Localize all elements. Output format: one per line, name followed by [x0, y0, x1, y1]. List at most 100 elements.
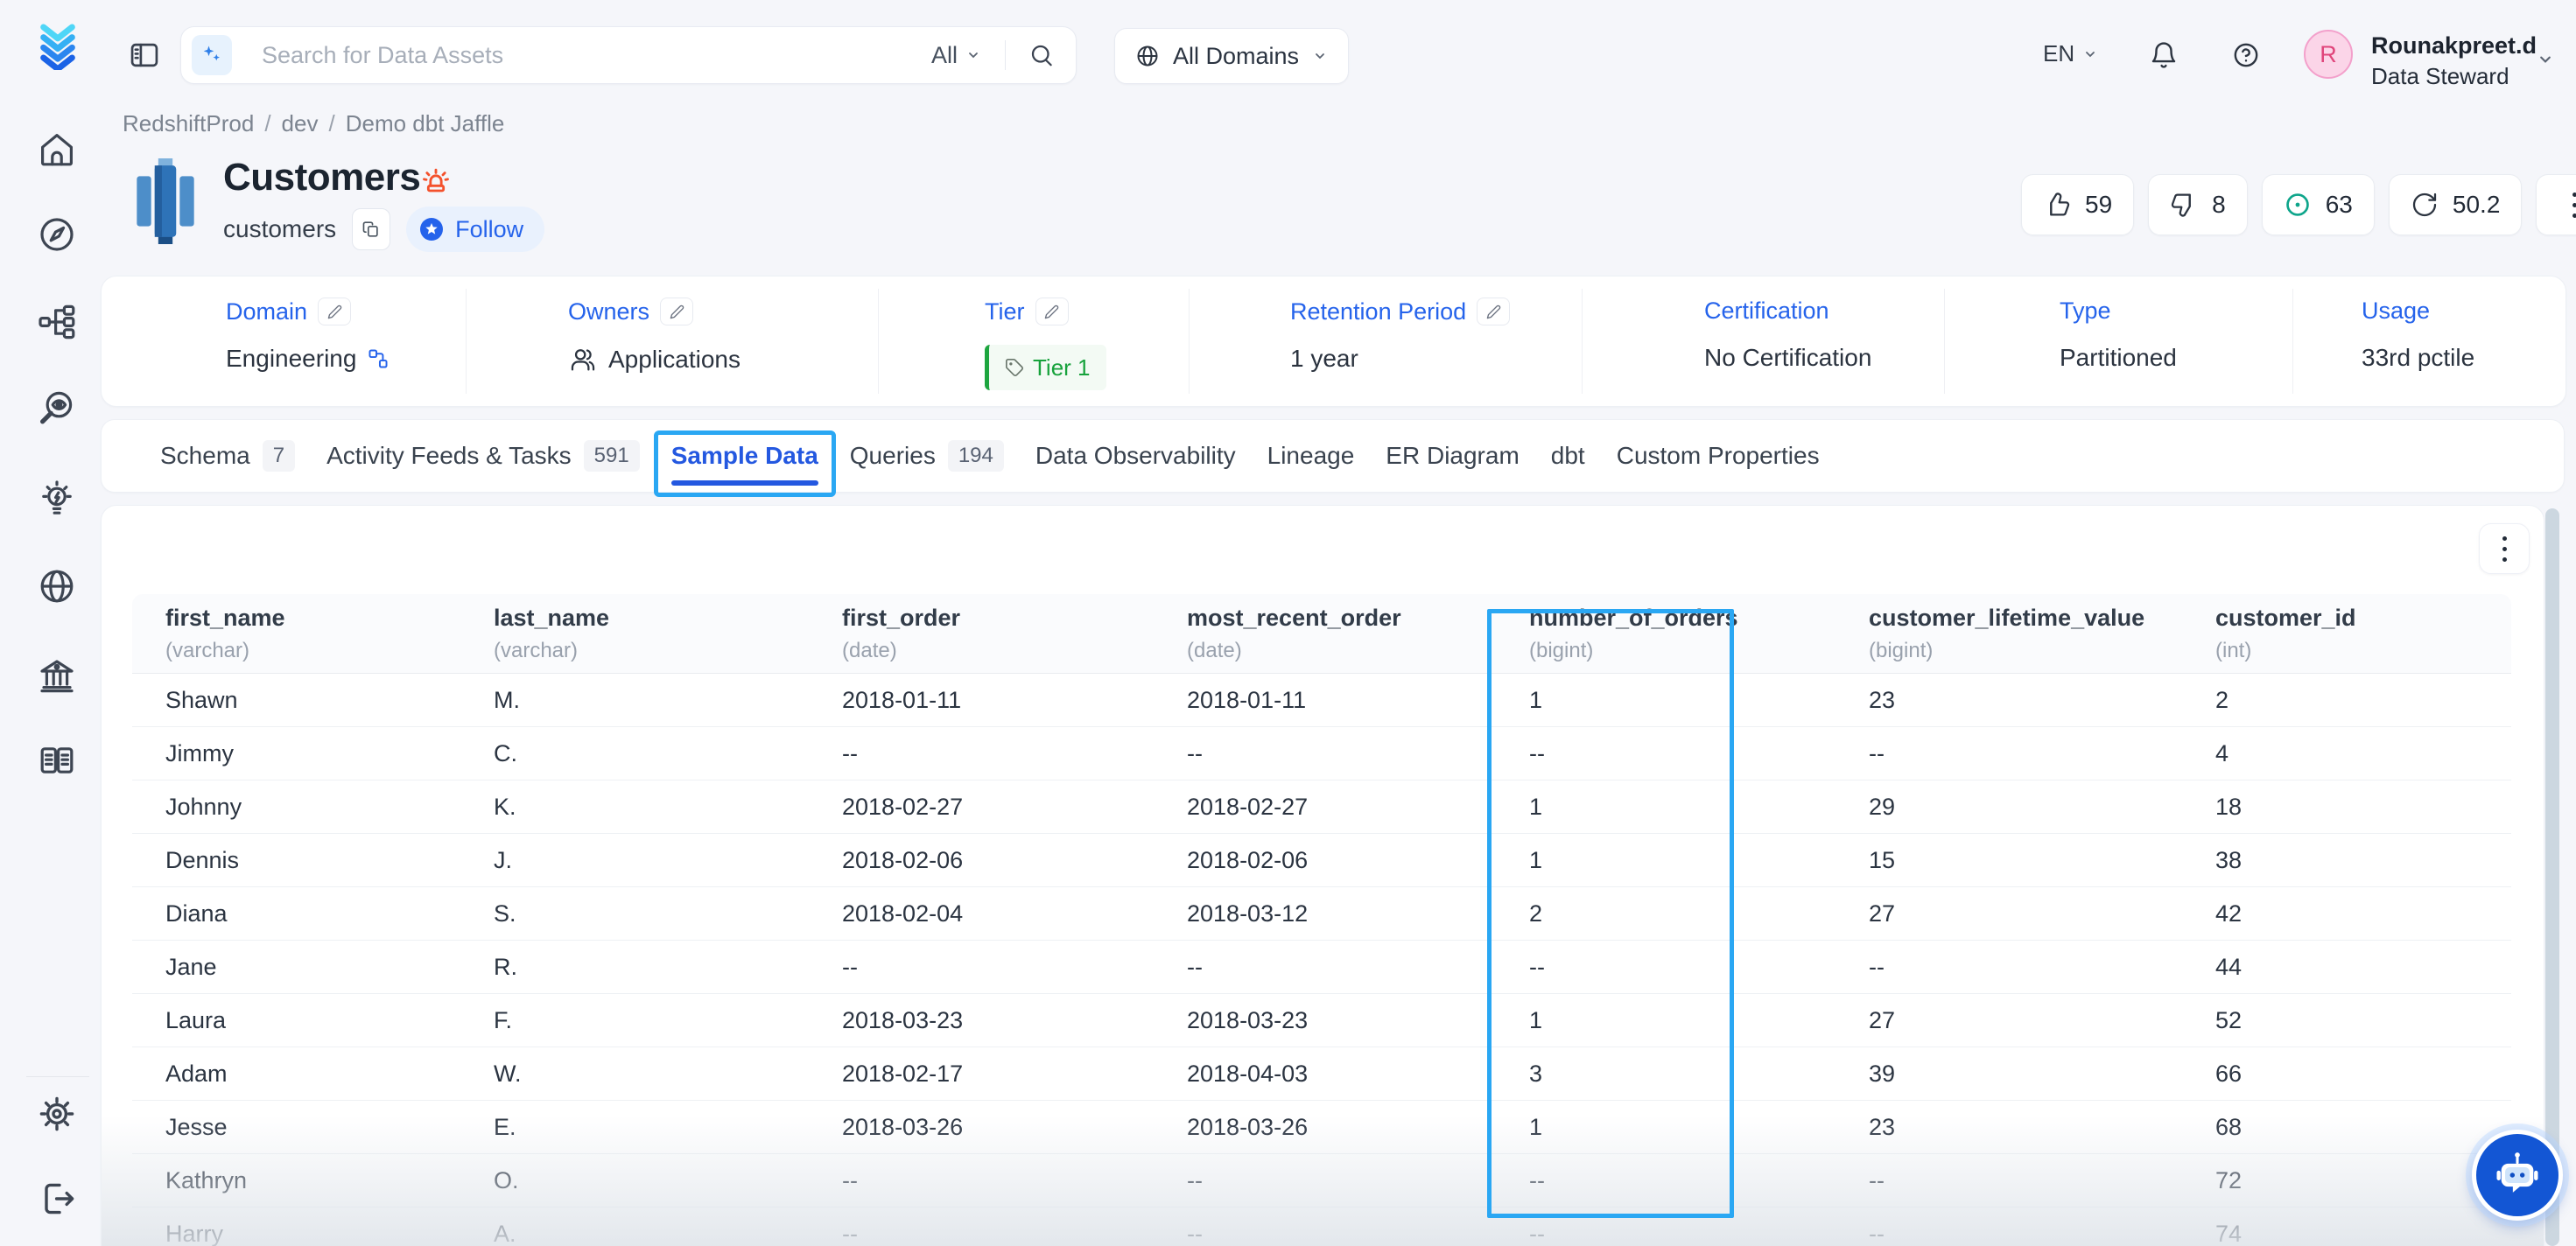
- tier-badge[interactable]: Tier 1: [985, 345, 1106, 390]
- retention-label-row[interactable]: Retention Period: [1290, 298, 1510, 326]
- sample-data-kebab-button[interactable]: [2479, 523, 2530, 574]
- user-menu-chevron-icon[interactable]: [2535, 49, 2556, 70]
- tab-lineage[interactable]: Lineage: [1267, 420, 1355, 492]
- follow-button[interactable]: Follow: [406, 206, 544, 252]
- insights-bulb-icon: [36, 479, 78, 521]
- table-cell: --: [1187, 1221, 1529, 1246]
- page-scrollbar[interactable]: [2545, 508, 2559, 1246]
- edit-owners-button[interactable]: [660, 298, 693, 326]
- table-cell: Johnny: [165, 794, 494, 821]
- search-input[interactable]: Search for Data Assets All: [180, 26, 1077, 84]
- table-row: JimmyC.--------4: [132, 726, 2511, 780]
- asset-kebab-menu-button[interactable]: [2536, 174, 2576, 235]
- asset-stats: 59 8 63 50.2: [2021, 174, 2576, 235]
- language-dropdown[interactable]: EN: [2043, 40, 2099, 67]
- chatbot-button[interactable]: [2472, 1130, 2563, 1221]
- search-divider: [1005, 40, 1006, 70]
- tier-label-row[interactable]: Tier: [985, 298, 1106, 326]
- usage-label[interactable]: Usage: [2362, 298, 2430, 325]
- column-header-first-order[interactable]: first_order(date): [842, 605, 1187, 663]
- edit-tier-button[interactable]: [1035, 298, 1069, 326]
- table-header-row: first_name(varchar) last_name(varchar) f…: [132, 594, 2511, 673]
- notifications-bell-icon[interactable]: [2149, 40, 2179, 70]
- chevron-down-icon: [2081, 46, 2099, 63]
- dislikes-button[interactable]: 8: [2148, 174, 2248, 235]
- sidebar-item-governance[interactable]: [0, 654, 114, 696]
- group-icon: [568, 345, 598, 374]
- sample-data-panel: first_name(varchar) last_name(varchar) f…: [101, 505, 2544, 1246]
- user-avatar[interactable]: R: [2304, 30, 2353, 79]
- metadata-certification: Certification No Certification: [1704, 298, 1871, 372]
- column-header-number-of-orders[interactable]: number_of_orders(bigint): [1529, 605, 1869, 663]
- search-scope-dropdown[interactable]: All: [931, 42, 982, 69]
- tab-queries[interactable]: Queries194: [850, 420, 1004, 492]
- table-cell: 23: [1869, 1114, 2215, 1141]
- certification-label[interactable]: Certification: [1704, 298, 1829, 325]
- table-cell: 2018-04-03: [1187, 1060, 1529, 1088]
- table-cell: 27: [1869, 1007, 2215, 1034]
- column-header-customer-id[interactable]: customer_id(int): [2215, 605, 2511, 663]
- column-header-first-name[interactable]: first_name(varchar): [165, 605, 494, 663]
- table-cell: 2018-02-06: [1187, 847, 1529, 874]
- column-header-customer-lifetime-value[interactable]: customer_lifetime_value(bigint): [1869, 605, 2215, 663]
- table-row: JesseE.2018-03-262018-03-2612368: [132, 1100, 2511, 1153]
- sidebar-item-web[interactable]: [0, 565, 114, 607]
- edit-domain-button[interactable]: [318, 298, 351, 326]
- kebab-icon: [2572, 192, 2576, 218]
- popularity-button[interactable]: 50.2: [2389, 174, 2523, 235]
- tab-er-diagram[interactable]: ER Diagram: [1386, 420, 1519, 492]
- copy-button[interactable]: [352, 208, 390, 250]
- tab-sample-data[interactable]: Sample Data: [671, 420, 818, 492]
- sidebar-item-logout[interactable]: [0, 1178, 114, 1220]
- logout-icon: [36, 1178, 78, 1220]
- user-menu[interactable]: Rounakpreet.d Data Steward: [2371, 32, 2537, 91]
- follow-label: Follow: [455, 216, 523, 243]
- table-cell: J.: [494, 847, 842, 874]
- pencil-icon: [1486, 304, 1501, 319]
- tab-dbt[interactable]: dbt: [1551, 420, 1585, 492]
- freshness-button[interactable]: 63: [2262, 174, 2375, 235]
- help-icon[interactable]: [2231, 40, 2261, 70]
- column-header-last-name[interactable]: last_name(varchar): [494, 605, 842, 663]
- sidebar-item-insights[interactable]: [0, 479, 114, 521]
- owners-value[interactable]: Applications: [608, 346, 741, 374]
- column-header-most-recent-order[interactable]: most_recent_order(date): [1187, 605, 1529, 663]
- table-cell: Laura: [165, 1007, 494, 1034]
- breadcrumb-item-schema[interactable]: Demo dbt Jaffle: [346, 110, 505, 137]
- search-icon[interactable]: [1028, 42, 1055, 68]
- tab-custom-properties[interactable]: Custom Properties: [1617, 420, 1820, 492]
- likes-button[interactable]: 59: [2021, 174, 2134, 235]
- table-cell: 1: [1529, 1114, 1869, 1141]
- domain-value[interactable]: Engineering: [226, 345, 356, 373]
- owners-label-row[interactable]: Owners: [568, 298, 741, 326]
- sidebar-item-glossary[interactable]: [0, 739, 114, 781]
- metadata-type: Type Partitioned: [2060, 298, 2177, 372]
- robot-icon: [2490, 1148, 2544, 1202]
- edit-retention-button[interactable]: [1477, 298, 1510, 326]
- rotate-icon: [2411, 191, 2439, 219]
- all-domains-dropdown[interactable]: All Domains: [1114, 28, 1349, 84]
- tab-data-observability[interactable]: Data Observability: [1035, 420, 1236, 492]
- tab-schema[interactable]: Schema7: [160, 420, 295, 492]
- announcement-siren-icon[interactable]: [418, 163, 453, 198]
- chevron-down-icon: [1311, 47, 1329, 65]
- sidebar-item-home[interactable]: [0, 129, 114, 171]
- sidebar-item-settings[interactable]: [0, 1093, 114, 1135]
- table-cell: 18: [2215, 794, 2511, 821]
- tab-activity-feeds-tasks[interactable]: Activity Feeds & Tasks591: [326, 420, 640, 492]
- sidebar-item-observability[interactable]: [0, 388, 114, 430]
- breadcrumb-item-database[interactable]: dev: [282, 110, 319, 137]
- domain-label-row[interactable]: Domain: [226, 298, 390, 326]
- atlan-logo-icon[interactable]: [33, 21, 82, 70]
- table-cell: 52: [2215, 1007, 2511, 1034]
- table-cell: O.: [494, 1167, 842, 1194]
- sidebar-item-explore[interactable]: [0, 214, 114, 256]
- table-cell: 23: [1869, 687, 2215, 714]
- tab-badge: 194: [948, 440, 1004, 472]
- sidebar-toggle-icon[interactable]: [128, 38, 161, 72]
- settings-gear-icon: [36, 1093, 78, 1135]
- breadcrumb-item-connection[interactable]: RedshiftProd: [123, 110, 254, 137]
- sidebar-item-lineage[interactable]: [0, 301, 114, 343]
- ai-sparkle-icon[interactable]: [192, 35, 232, 75]
- type-label[interactable]: Type: [2060, 298, 2111, 325]
